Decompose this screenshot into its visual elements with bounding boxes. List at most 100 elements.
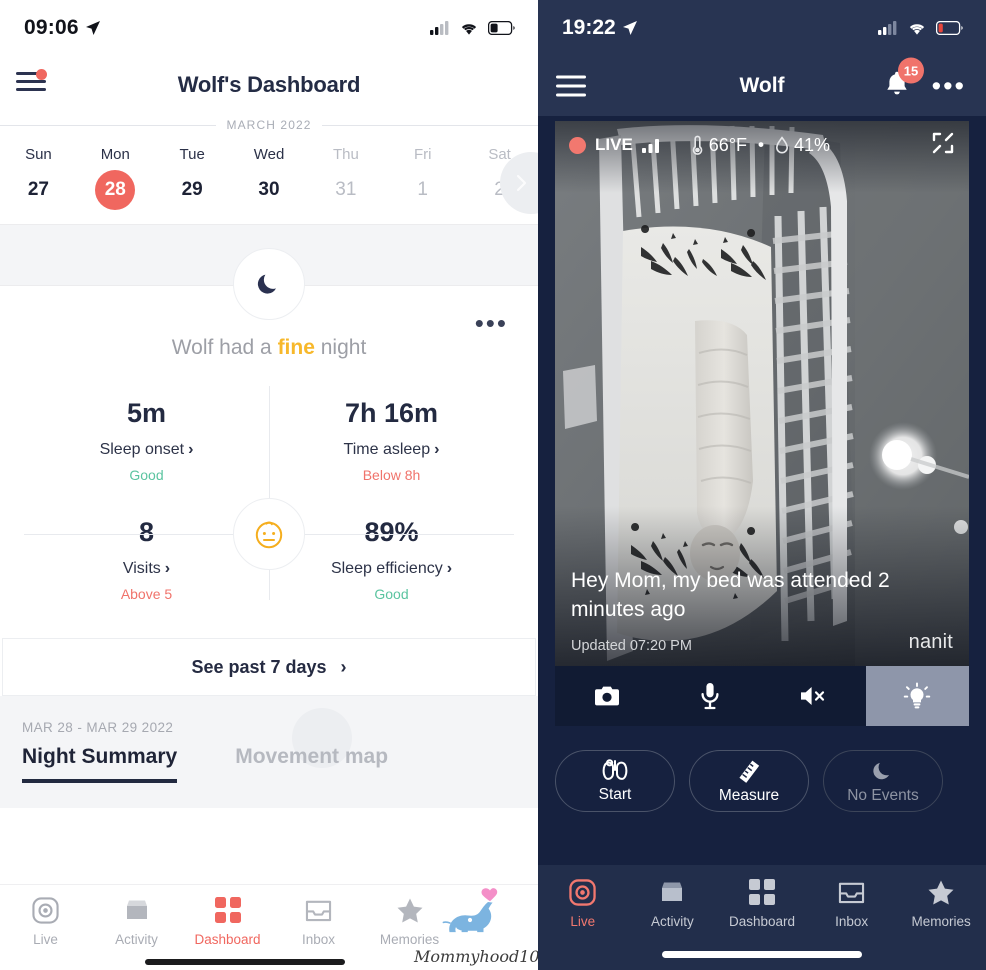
pill-label: Start (598, 785, 632, 803)
cellular-icon (430, 21, 449, 35)
more-options-button[interactable]: ••• (932, 73, 966, 100)
tab-inbox[interactable]: Inbox (807, 877, 897, 929)
humidity-value: 41% (793, 134, 830, 155)
stat-status: Below 8h (362, 467, 421, 483)
temperature-value: 66°F (708, 134, 748, 155)
thermometer-icon (692, 135, 703, 155)
tab-label: Live (570, 914, 596, 929)
tab-label: Inbox (835, 914, 869, 929)
tab-live[interactable]: Live (0, 895, 91, 947)
divider-line-right (321, 124, 538, 126)
hamburger-menu-icon[interactable] (16, 69, 52, 98)
grid-squares-icon (717, 877, 807, 907)
camera-card: LIVE 66°F • 41% Hey Mom, my bed was atte… (555, 121, 969, 726)
right-status-bar: 19:22 (538, 0, 986, 56)
night-light-button[interactable] (865, 666, 969, 726)
moon-badge (233, 248, 305, 320)
watermark-text: Mommyhood101 (414, 947, 538, 966)
notification-count-badge: 15 (898, 57, 924, 84)
calendar-day-wed[interactable]: Wed 30 (231, 146, 308, 210)
microphone-button[interactable] (659, 666, 763, 726)
calendar-date: 27 (27, 179, 49, 200)
calendar-strip: Sun 27 Mon 28 Tue 29 Wed 30 Thu 31 Fri 1 (0, 136, 538, 224)
speaker-mute-button[interactable] (762, 666, 866, 726)
stat-time-asleep[interactable]: 7h 16m Time asleep › Below 8h (269, 386, 514, 505)
measure-button[interactable]: Measure (689, 750, 809, 812)
left-phone-dashboard: 09:06 Wolf's Dashboard MARCH 2022 Sun 27… (0, 0, 538, 970)
headline-suffix: night (314, 336, 367, 359)
right-system-icons (878, 21, 964, 36)
dual-phone-screenshot: 09:06 Wolf's Dashboard MARCH 2022 Sun 27… (0, 0, 986, 970)
calendar-dow: Mon (100, 146, 130, 163)
tab-label: Memories (911, 914, 971, 929)
headline-highlight: fine (277, 336, 315, 359)
camera-status-overlay: LIVE 66°F • 41% (555, 121, 969, 169)
tab-label: Dashboard (194, 932, 261, 947)
tab-activity[interactable]: Activity (91, 895, 182, 947)
hamburger-menu-icon[interactable] (556, 75, 586, 97)
left-app-header: Wolf's Dashboard (0, 56, 538, 114)
calendar-day-sun[interactable]: Sun 27 (0, 146, 77, 210)
night-more-options-button[interactable]: ••• (475, 310, 508, 336)
signal-bars-icon (641, 138, 659, 153)
calendar-dow: Sun (25, 146, 52, 163)
star-icon (896, 877, 986, 907)
divider-line-left (0, 124, 217, 126)
activity-box-icon (91, 895, 182, 925)
calendar-day-thu[interactable]: Thu 31 (307, 146, 384, 210)
stat-label: Sleep efficiency (330, 560, 443, 577)
tab-label: Dashboard (728, 914, 795, 929)
location-arrow-icon (85, 21, 100, 35)
tab-movement-map[interactable]: Movement map (235, 745, 388, 783)
tab-night-summary[interactable]: Night Summary (22, 745, 178, 783)
calendar-dow: Fri (413, 146, 432, 163)
calendar-date: 29 (181, 179, 203, 200)
notifications-button[interactable]: 15 (884, 57, 924, 103)
breathing-start-button[interactable]: Start (555, 750, 675, 812)
speaker-muted-icon (800, 687, 824, 705)
camera-snapshot-button[interactable] (555, 666, 659, 726)
sleep-stats-grid: 5m Sleep onset › Good 7h 16m Time asleep ›… (24, 386, 514, 624)
tab-memories[interactable]: Memories (896, 877, 986, 929)
stat-sleep-onset[interactable]: 5m Sleep onset › Good (24, 386, 269, 505)
calendar-day-fri[interactable]: Fri 1 (384, 146, 461, 210)
tab-activity[interactable]: Activity (628, 877, 718, 929)
tab-dashboard[interactable]: Dashboard (717, 877, 807, 929)
humidity-readout: 41% (775, 135, 830, 156)
recording-dot-icon (569, 136, 586, 154)
stat-value: 5m (126, 398, 167, 428)
chevron-right-icon: › (340, 656, 347, 677)
elephant-icon (442, 888, 498, 933)
stat-sleep-efficiency[interactable]: 89% Sleep efficiency › Good (269, 505, 514, 624)
cellular-icon (878, 21, 897, 35)
stat-label-row: Visits › (28, 560, 265, 578)
notification-dot (36, 69, 47, 80)
home-indicator (145, 959, 345, 965)
left-status-bar: 09:06 (0, 0, 538, 56)
page-title: Wolf's Dashboard (177, 72, 361, 97)
no-events-button[interactable]: No Events (823, 750, 943, 812)
stat-visits[interactable]: 8 Visits › Above 5 (24, 505, 269, 624)
neutral-baby-face-icon (255, 521, 283, 549)
wifi-icon (461, 23, 477, 35)
calendar-date: 1 (417, 179, 428, 200)
calendar-month-divider: MARCH 2022 (0, 114, 538, 136)
chevron-right-icon: › (164, 560, 171, 577)
temperature-readout: 66°F (691, 135, 747, 156)
expand-fullscreen-icon[interactable] (931, 131, 955, 160)
calendar-date: 30 (258, 179, 280, 200)
see-past-7-days-button[interactable]: See past 7 days › (2, 638, 536, 696)
tab-live[interactable]: Live (538, 877, 628, 929)
tab-inbox[interactable]: Inbox (273, 895, 364, 947)
camera-live-view[interactable]: LIVE 66°F • 41% Hey Mom, my bed was atte… (555, 121, 969, 666)
camera-message-meta: Updated 07:20 PM nanit (571, 631, 953, 654)
calendar-day-mon[interactable]: Mon 28 (77, 146, 154, 210)
tab-label: Live (33, 932, 58, 947)
status-time-text: 09:06 (24, 16, 79, 39)
moon-icon (257, 274, 276, 294)
camera-controls-bar (555, 666, 969, 726)
microphone-icon (701, 683, 719, 710)
tab-dashboard[interactable]: Dashboard (182, 895, 273, 947)
chevron-right-icon (516, 174, 527, 192)
calendar-day-tue[interactable]: Tue 29 (154, 146, 231, 210)
